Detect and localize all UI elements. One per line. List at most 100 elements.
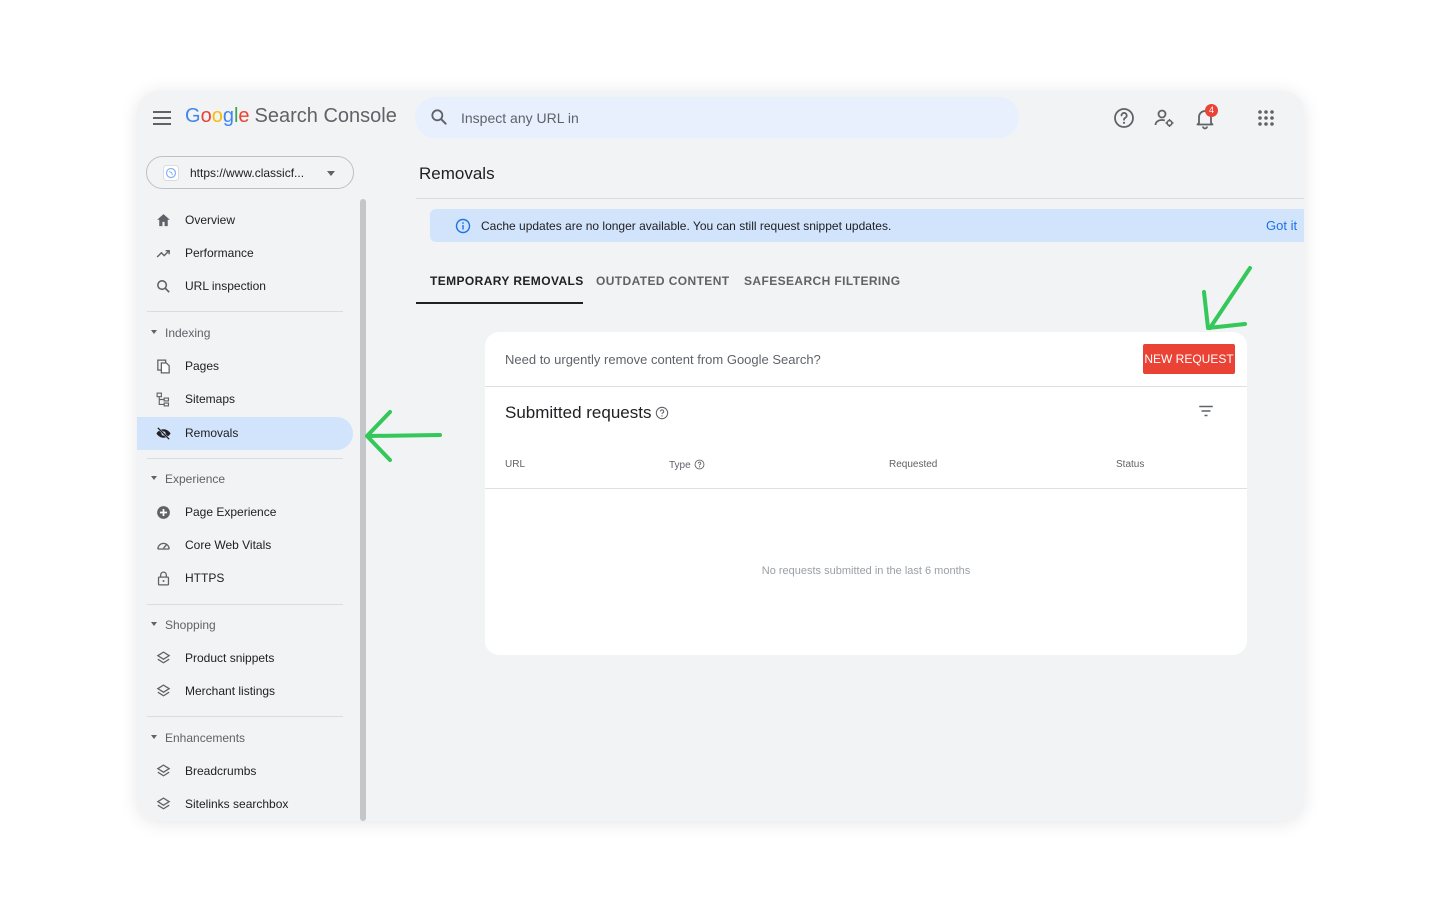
info-icon <box>455 218 471 234</box>
removals-card: Need to urgently remove content from Goo… <box>485 332 1247 655</box>
search-icon <box>431 109 447 125</box>
submitted-requests-title: Submitted requests <box>505 403 669 423</box>
sidebar-nav: Overview Performance URL inspection Inde… <box>137 203 359 821</box>
section-title: Enhancements <box>165 731 246 745</box>
sidebar-item-pages[interactable]: Pages <box>137 350 353 383</box>
sidebar-item-label: Merchant listings <box>185 684 276 698</box>
sidebar-item-sitemaps[interactable]: Sitemaps <box>137 383 353 416</box>
sidebar-item-product-snippets[interactable]: Product snippets <box>137 642 353 675</box>
property-url: https://www.classicf... <box>190 166 305 180</box>
eye-off-icon <box>156 427 171 440</box>
pages-icon <box>157 359 170 374</box>
annotation-arrow-left <box>365 410 442 462</box>
product-name: Search Console <box>254 105 397 127</box>
globe-icon <box>163 165 179 181</box>
url-inspection-search[interactable] <box>415 97 1019 138</box>
tab-outdated-content[interactable]: OUTDATED CONTENT <box>596 274 730 288</box>
section-title: Indexing <box>165 326 211 340</box>
sidebar-item-overview[interactable]: Overview <box>137 204 353 237</box>
logo-letter: G <box>185 105 201 127</box>
search-console-window: GoogleSearch Console 4 https://www.class… <box>137 91 1304 821</box>
help-icon[interactable] <box>655 406 669 420</box>
search-input[interactable] <box>461 105 1001 130</box>
user-settings-icon[interactable] <box>1152 106 1176 130</box>
logo-letter: o <box>211 105 223 127</box>
new-request-button[interactable]: NEW REQUEST <box>1143 344 1235 374</box>
got-it-button[interactable]: Got it <box>1266 218 1297 233</box>
sidebar-section-shopping[interactable]: Shopping <box>137 613 353 637</box>
sidebar-item-breadcrumbs[interactable]: Breadcrumbs <box>137 755 353 788</box>
column-header-type[interactable]: Type <box>669 459 705 471</box>
sidebar-item-core-web-vitals[interactable]: Core Web Vitals <box>137 529 353 562</box>
layers-icon <box>156 764 171 777</box>
page-title: Removals <box>419 164 495 183</box>
help-icon[interactable] <box>1112 106 1136 130</box>
sidebar-item-label: Page Experience <box>185 505 277 519</box>
removal-prompt: Need to urgently remove content from Goo… <box>505 352 821 367</box>
sidebar-divider <box>147 716 343 717</box>
sidebar-section-indexing[interactable]: Indexing <box>137 321 353 345</box>
sidebar-item-label: URL inspection <box>185 279 266 293</box>
apps-grid-icon[interactable] <box>1254 106 1278 130</box>
logo-letter: g <box>222 105 234 127</box>
sidebar-item-label: Product snippets <box>185 651 275 665</box>
layers-icon <box>156 651 171 664</box>
column-header-status[interactable]: Status <box>1116 459 1144 470</box>
card-divider <box>485 386 1247 387</box>
sidebar-item-url-inspection[interactable]: URL inspection <box>137 270 353 303</box>
sidebar-divider <box>147 458 343 459</box>
chevron-down-icon <box>151 476 157 480</box>
sidebar-item-label: Overview <box>185 213 236 227</box>
top-app-bar: GoogleSearch Console 4 <box>137 91 1304 147</box>
sidebar-item-label: Breadcrumbs <box>185 764 257 778</box>
empty-state-message: No requests submitted in the last 6 mont… <box>761 565 971 577</box>
trending-icon <box>156 249 170 258</box>
tab-temporary-removals[interactable]: TEMPORARY REMOVALS <box>430 274 584 288</box>
info-banner: Cache updates are no longer available. Y… <box>430 209 1304 242</box>
submitted-requests-label: Submitted requests <box>505 403 652 422</box>
search-icon <box>157 280 170 293</box>
active-tab-indicator <box>416 302 583 304</box>
chevron-down-icon <box>151 330 157 334</box>
column-header-url[interactable]: URL <box>505 459 525 470</box>
sidebar-item-label: Removals <box>185 426 239 440</box>
tab-safesearch-filtering[interactable]: SAFESEARCH FILTERING <box>744 274 900 288</box>
layers-icon <box>156 684 171 697</box>
header-divider <box>416 198 1304 199</box>
sidebar-item-page-experience[interactable]: Page Experience <box>137 496 353 529</box>
logo-letter: o <box>200 105 212 127</box>
sidebar-item-label: Pages <box>185 359 220 373</box>
notification-badge: 4 <box>1205 104 1218 117</box>
table-header-divider <box>485 488 1247 489</box>
sidebar-divider <box>147 311 343 312</box>
sidebar-item-removals[interactable]: Removals <box>137 417 353 450</box>
section-title: Experience <box>165 472 226 486</box>
sidebar-scrollbar[interactable] <box>360 199 366 821</box>
annotation-arrow-down <box>1202 266 1252 330</box>
sidebar-item-performance[interactable]: Performance <box>137 237 353 270</box>
filter-icon[interactable] <box>1197 402 1215 420</box>
sidebar-section-enhancements[interactable]: Enhancements <box>137 726 353 750</box>
sidebar-item-https[interactable]: HTTPS <box>137 562 353 595</box>
column-header-requested[interactable]: Requested <box>889 459 937 470</box>
layers-icon <box>156 797 171 810</box>
section-title: Shopping <box>165 618 216 632</box>
sidebar-item-sitelinks-searchbox[interactable]: Sitelinks searchbox <box>137 788 353 821</box>
banner-text: Cache updates are no longer available. Y… <box>481 219 892 233</box>
sidebar-section-experience[interactable]: Experience <box>137 467 353 491</box>
lock-icon <box>157 571 170 586</box>
product-logo[interactable]: Google Search Console <box>185 105 397 128</box>
sidebar-item-label: Sitelinks searchbox <box>185 797 289 811</box>
gauge-icon <box>157 542 170 550</box>
sidebar-item-label: HTTPS <box>185 571 225 585</box>
sitemap-icon <box>156 392 170 407</box>
chevron-down-icon <box>327 171 335 176</box>
sidebar-item-merchant-listings[interactable]: Merchant listings <box>137 675 353 708</box>
menu-icon[interactable] <box>151 107 173 129</box>
sidebar-item-label: Sitemaps <box>185 392 236 406</box>
logo-letter: e <box>238 105 250 127</box>
help-icon[interactable] <box>694 459 705 470</box>
column-header-type-label: Type <box>669 460 691 471</box>
property-selector[interactable]: https://www.classicf... <box>146 156 354 189</box>
chevron-down-icon <box>151 622 157 626</box>
